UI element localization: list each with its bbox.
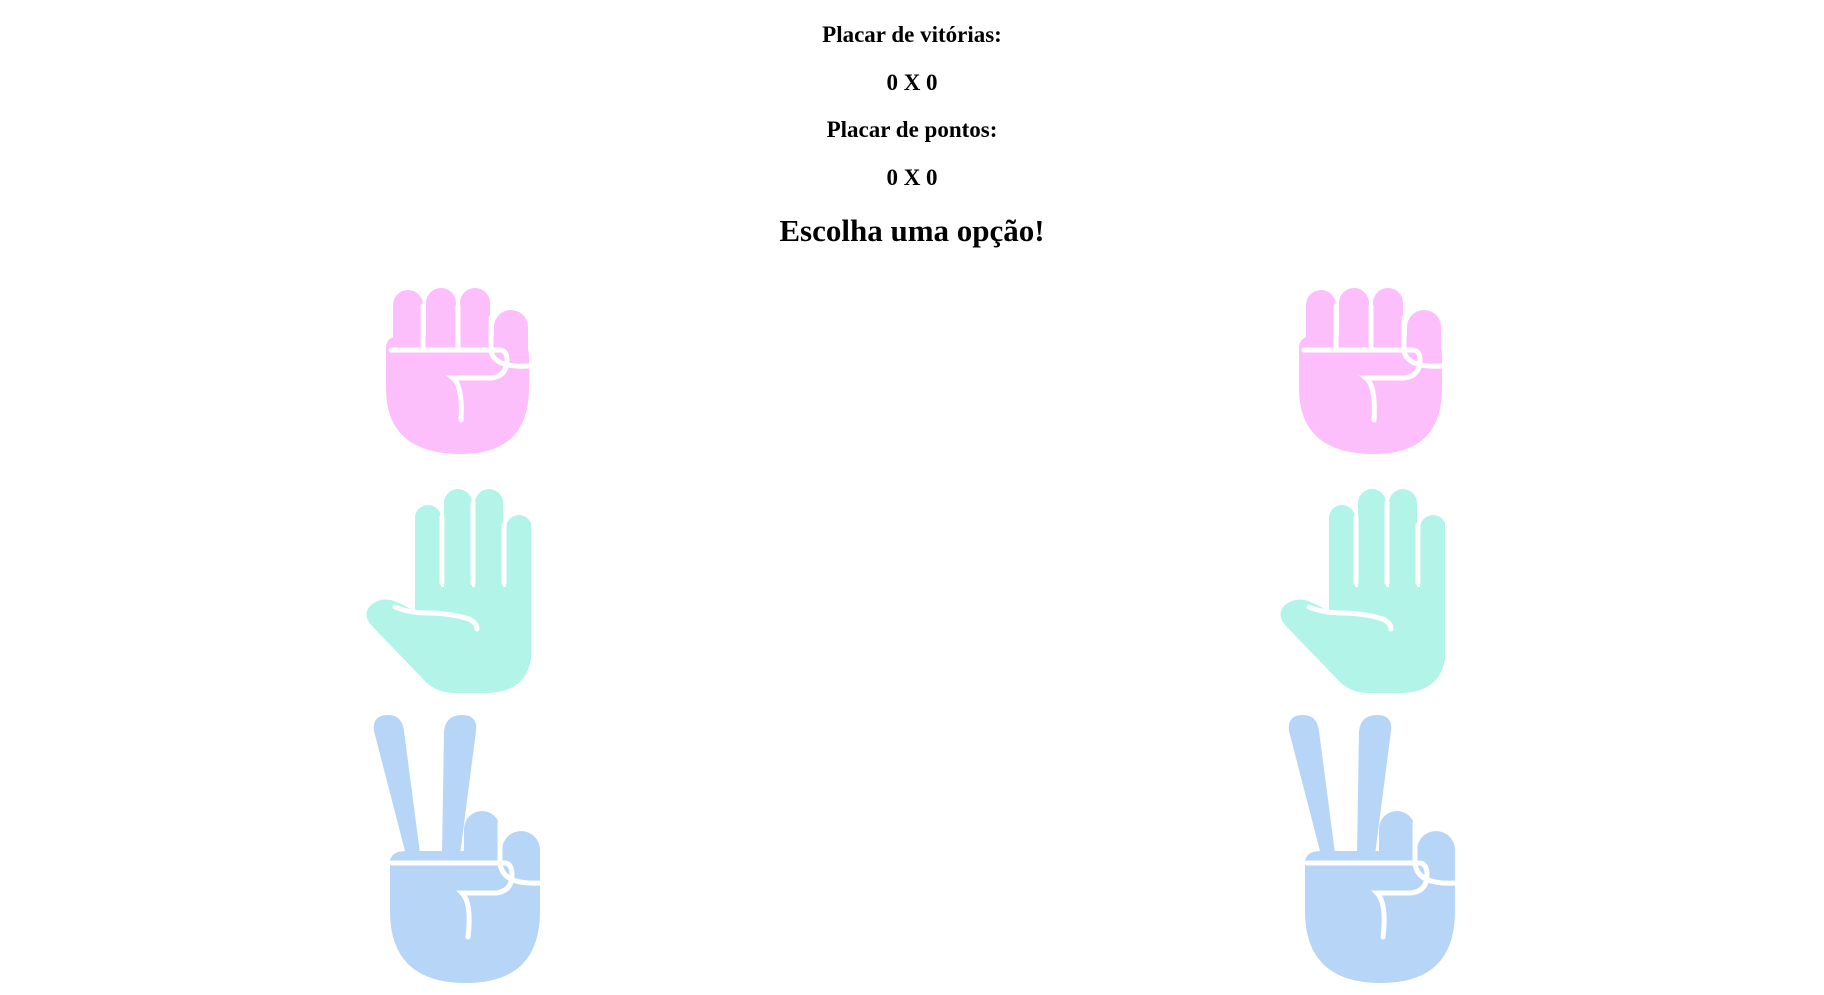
- player1-rock-button[interactable]: [380, 288, 542, 456]
- choose-prompt: Escolha uma opção!: [779, 213, 1045, 248]
- rock-fist-icon: [386, 288, 532, 454]
- scissors-peace-icon: [1288, 715, 1458, 983]
- scissors-peace-icon: [373, 715, 543, 983]
- rock-fist-icon: [1299, 288, 1445, 454]
- paper-hand-icon: [366, 489, 531, 693]
- player2-paper-button[interactable]: [1279, 487, 1445, 694]
- player1-scissors-button[interactable]: [372, 713, 544, 985]
- paper-hand-icon: [1280, 489, 1445, 693]
- wins-score: 0 X 0: [886, 70, 938, 95]
- wins-title: Placar de vitórias:: [822, 22, 1002, 47]
- player2-rock-button[interactable]: [1293, 288, 1455, 456]
- player2-scissors-button[interactable]: [1287, 713, 1459, 985]
- points-score: 0 X 0: [886, 165, 938, 190]
- player1-paper-button[interactable]: [365, 487, 531, 694]
- points-title: Placar de pontos:: [826, 117, 998, 142]
